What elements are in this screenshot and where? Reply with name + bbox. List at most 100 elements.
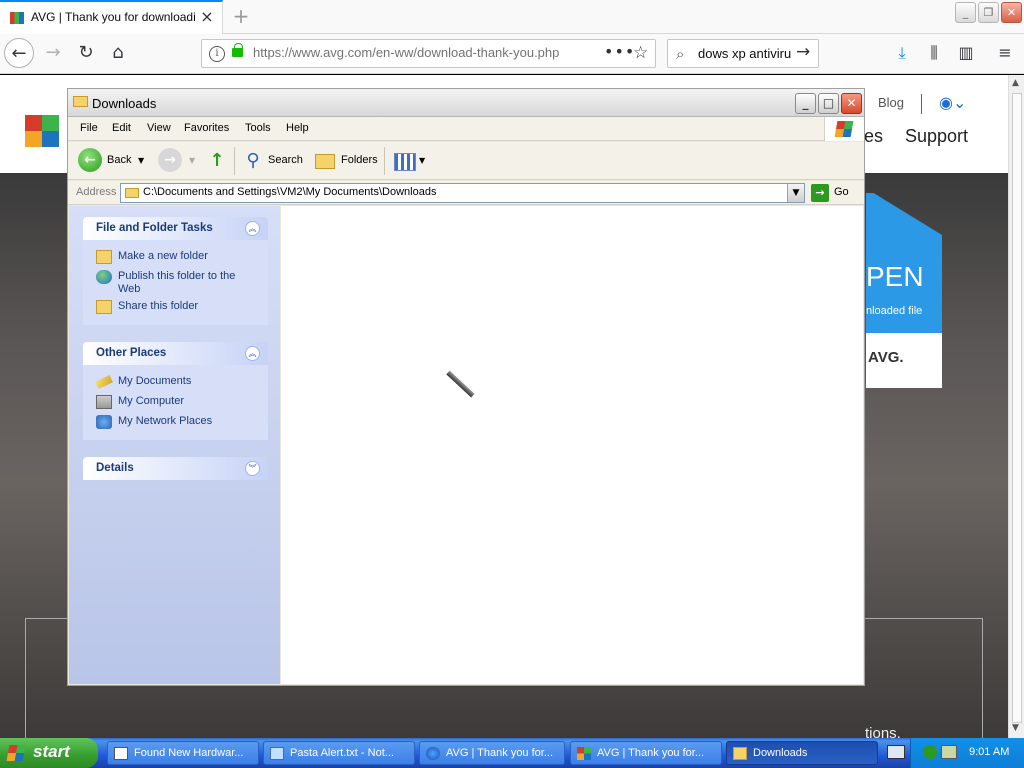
promo-card[interactable]: PEN nloaded file AVG. bbox=[866, 193, 942, 388]
toolbar-divider bbox=[384, 147, 385, 175]
collapse-chevron-icon[interactable]: ︽ bbox=[245, 221, 260, 236]
address-field[interactable]: C:\Documents and Settings\VM2\My Documen… bbox=[120, 183, 805, 203]
tray-status-icon[interactable] bbox=[923, 745, 937, 759]
scroll-thumb[interactable] bbox=[1012, 93, 1022, 723]
task-make-new-folder[interactable]: Make a new folder bbox=[96, 250, 261, 264]
url-bar[interactable]: i https://www.avg.com/en-ww/download-tha… bbox=[201, 39, 656, 68]
url-text[interactable]: https://www.avg.com/en-ww/download-thank… bbox=[253, 45, 565, 60]
folders-icon[interactable] bbox=[315, 154, 335, 169]
views-icon[interactable] bbox=[394, 153, 416, 171]
forward-arrow-icon[interactable]: → bbox=[158, 148, 182, 172]
promo-title: PEN bbox=[866, 261, 924, 292]
panel-title: File and Folder Tasks bbox=[96, 222, 213, 234]
library-icon[interactable]: ⫼ bbox=[923, 43, 945, 65]
clock[interactable]: 9:01 AM bbox=[969, 746, 1009, 758]
menu-icon[interactable]: ≡ bbox=[994, 43, 1016, 65]
taskbar-item-notepad[interactable]: Pasta Alert.txt - Not... bbox=[263, 741, 415, 765]
info-icon[interactable]: i bbox=[209, 46, 225, 62]
scroll-down-icon[interactable]: ▼ bbox=[1012, 723, 1019, 733]
menu-view[interactable]: View bbox=[147, 122, 171, 134]
go-arrow-icon[interactable]: → bbox=[811, 184, 829, 202]
menu-favorites[interactable]: Favorites bbox=[184, 122, 229, 134]
reload-icon[interactable]: ↻ bbox=[71, 38, 101, 68]
search-icon: ⌕ bbox=[676, 45, 685, 63]
folder-icon bbox=[73, 96, 88, 107]
search-icon[interactable]: ⚲ bbox=[242, 150, 264, 172]
task-label: Make a new folder bbox=[118, 250, 208, 262]
collapse-chevron-icon[interactable]: ︽ bbox=[245, 346, 260, 361]
panel-header[interactable]: Details ︾ bbox=[83, 457, 268, 480]
place-my-network-places[interactable]: My Network Places bbox=[96, 415, 261, 429]
forward-arrow-icon[interactable]: → bbox=[38, 38, 68, 68]
folder-up-icon[interactable]: ↑ bbox=[206, 150, 228, 172]
menu-edit[interactable]: Edit bbox=[112, 122, 131, 134]
nav-divider bbox=[921, 94, 922, 114]
minimize-icon[interactable]: _ bbox=[795, 93, 816, 114]
back-dropdown-icon[interactable]: ▼ bbox=[138, 156, 144, 165]
page-actions-icon[interactable]: ••• bbox=[604, 42, 635, 61]
network-places-icon bbox=[96, 415, 112, 429]
address-dropdown-icon[interactable]: ▼ bbox=[787, 184, 804, 202]
taskbar-item-downloads[interactable]: Downloads bbox=[726, 741, 878, 765]
address-path[interactable]: C:\Documents and Settings\VM2\My Documen… bbox=[143, 186, 436, 198]
browser-tab[interactable]: AVG | Thank you for downloading × bbox=[0, 0, 223, 34]
restore-icon[interactable]: ❐ bbox=[978, 2, 999, 23]
bookmark-star-icon[interactable]: ☆ bbox=[633, 43, 648, 63]
place-my-documents[interactable]: My Documents bbox=[95, 374, 261, 390]
taskbar-item-found-hardware[interactable]: Found New Hardwar... bbox=[107, 741, 259, 765]
explorer-toolbar: ← Back ▼ → ▼ ↑ ⚲ Search Folders ▼ bbox=[68, 142, 864, 180]
new-tab-button[interactable]: + bbox=[231, 4, 251, 28]
maximize-icon[interactable]: □ bbox=[818, 93, 839, 114]
taskbar-item-label: AVG | Thank you for... bbox=[446, 747, 554, 759]
search-button[interactable]: Search bbox=[268, 154, 303, 166]
scroll-up-icon[interactable]: ▲ bbox=[1012, 78, 1019, 88]
panel-header[interactable]: File and Folder Tasks ︽ bbox=[83, 217, 268, 240]
search-go-arrow-icon[interactable]: → bbox=[796, 42, 810, 62]
tab-title: AVG | Thank you for downloading bbox=[31, 10, 196, 24]
file-list-area[interactable] bbox=[281, 206, 863, 684]
back-button[interactable]: Back bbox=[107, 154, 131, 166]
go-button[interactable]: Go bbox=[834, 186, 849, 198]
keyboard-icon[interactable] bbox=[887, 745, 905, 759]
tab-close-icon[interactable]: × bbox=[199, 9, 215, 25]
folders-button[interactable]: Folders bbox=[341, 154, 378, 166]
menu-file[interactable]: File bbox=[80, 122, 98, 134]
close-icon[interactable]: ✕ bbox=[841, 93, 862, 114]
menu-help[interactable]: Help bbox=[286, 122, 309, 134]
views-dropdown-icon[interactable]: ▼ bbox=[419, 156, 425, 165]
taskbar-item-label: Found New Hardwar... bbox=[134, 747, 244, 759]
task-share-folder[interactable]: Share this folder bbox=[96, 300, 261, 314]
taskbar-item-firefox-1[interactable]: AVG | Thank you for... bbox=[419, 741, 565, 765]
window-icon bbox=[114, 747, 128, 760]
sidebar-icon[interactable]: ▥ bbox=[955, 43, 977, 65]
nav-link-partial[interactable]: es bbox=[864, 126, 883, 147]
share-folder-icon bbox=[96, 300, 112, 314]
download-icon[interactable]: ⤓ bbox=[891, 43, 913, 65]
start-button[interactable]: start bbox=[0, 738, 98, 768]
menu-bar: File Edit View Favorites Tools Help bbox=[68, 117, 864, 141]
page-scrollbar[interactable]: ▲ ▼ bbox=[1008, 75, 1024, 738]
tray-network-icon[interactable] bbox=[941, 745, 957, 759]
menu-tools[interactable]: Tools bbox=[245, 122, 271, 134]
avg-logo-icon[interactable] bbox=[25, 115, 59, 147]
panel-header[interactable]: Other Places ︽ bbox=[83, 342, 268, 365]
back-arrow-icon[interactable]: ← bbox=[78, 148, 102, 172]
home-icon[interactable]: ⌂ bbox=[103, 38, 133, 68]
minimize-icon[interactable]: _ bbox=[955, 2, 976, 23]
expand-chevron-icon[interactable]: ︾ bbox=[245, 461, 260, 476]
search-input[interactable]: dows xp antiviru bbox=[698, 46, 796, 61]
publish-web-icon bbox=[96, 270, 112, 284]
support-link[interactable]: Support bbox=[905, 126, 968, 147]
search-bar[interactable]: ⌕ dows xp antiviru → bbox=[667, 39, 819, 68]
task-publish-folder[interactable]: Publish this folder to the Web bbox=[96, 270, 261, 298]
forward-dropdown-icon[interactable]: ▼ bbox=[189, 156, 195, 165]
place-my-computer[interactable]: My Computer bbox=[96, 395, 261, 409]
close-window-icon[interactable]: ✕ bbox=[1001, 2, 1022, 23]
globe-icon[interactable]: ◉⌄ bbox=[939, 93, 966, 112]
taskbar-item-firefox-2[interactable]: AVG | Thank you for... bbox=[570, 741, 722, 765]
explorer-body: File Edit View Favorites Tools Help ← Ba… bbox=[68, 117, 864, 685]
back-arrow-icon[interactable]: ← bbox=[4, 38, 34, 68]
taskbar-item-label: AVG | Thank you for... bbox=[597, 747, 705, 759]
blog-link[interactable]: Blog bbox=[878, 95, 904, 110]
explorer-title-bar[interactable]: Downloads _ □ ✕ bbox=[68, 89, 864, 117]
